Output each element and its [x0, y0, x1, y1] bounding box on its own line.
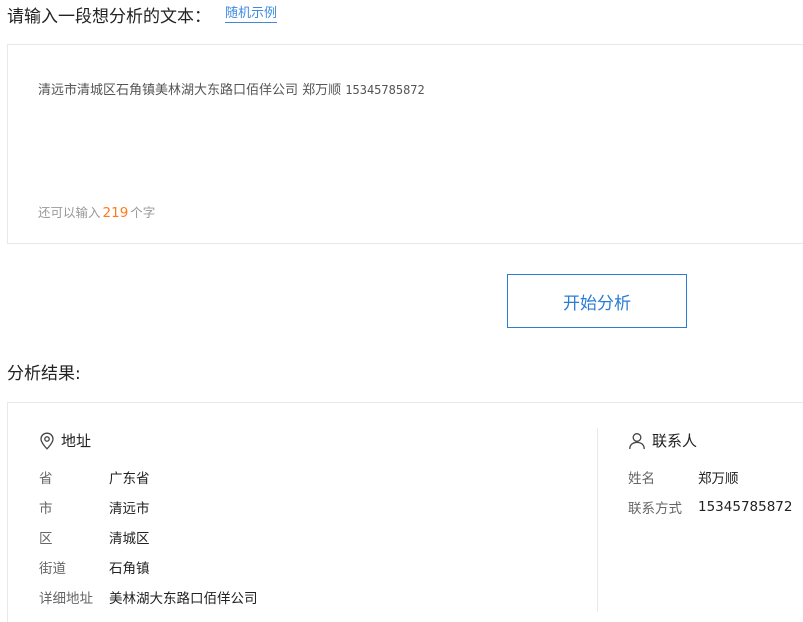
- input-text-phone: 15345785872: [345, 83, 425, 97]
- address-field-street: 街道 石角镇: [39, 557, 150, 577]
- field-label: 详细地址: [39, 591, 93, 607]
- result-panel: 地址 省 广东省 市 清远市 区 清城区 街道 石角镇 详细地址 美林湖大东路口…: [7, 402, 803, 622]
- address-field-detail: 详细地址 美林湖大东路口佰佯公司: [39, 587, 258, 607]
- address-field-city: 市 清远市: [39, 497, 150, 517]
- input-text-main: 清远市清城区石角镇美林湖大东路口佰佯公司 郑万顺: [38, 83, 346, 98]
- counter-prefix: 还可以输入: [38, 205, 101, 220]
- address-heading-label: 地址: [61, 432, 92, 450]
- input-text[interactable]: 清远市清城区石角镇美林湖大东路口佰佯公司 郑万顺 15345785872: [38, 79, 425, 98]
- field-value: 清城区: [109, 531, 150, 547]
- field-value: 郑万顺: [698, 471, 739, 487]
- contact-heading-label: 联系人: [652, 432, 698, 450]
- field-label: 省: [39, 471, 53, 487]
- text-input-area[interactable]: 清远市清城区石角镇美林湖大东路口佰佯公司 郑万顺 15345785872 还可以…: [7, 44, 803, 244]
- prompt-row: 请输入一段想分析的文本： 随机示例: [7, 2, 278, 27]
- field-label: 区: [39, 531, 53, 547]
- contact-field-name: 姓名 郑万顺: [628, 467, 739, 487]
- field-value: 广东省: [109, 471, 150, 487]
- address-heading: 地址: [39, 430, 91, 451]
- field-value: 美林湖大东路口佰佯公司: [109, 591, 258, 607]
- prompt-title: 请输入一段想分析的文本：: [7, 6, 211, 27]
- field-label: 街道: [39, 561, 66, 577]
- char-counter: 还可以输入 219 个字: [38, 202, 155, 221]
- address-field-province: 省 广东省: [39, 467, 150, 487]
- column-divider: [597, 428, 598, 612]
- start-analysis-button[interactable]: 开始分析: [507, 274, 687, 328]
- random-example-link[interactable]: 随机示例: [225, 6, 278, 23]
- counter-suffix: 个字: [130, 205, 156, 220]
- field-value: 15345785872: [698, 499, 793, 515]
- contact-field-phone: 联系方式 15345785872: [628, 497, 792, 517]
- location-pin-icon: [39, 432, 61, 450]
- field-value: 石角镇: [109, 561, 150, 577]
- field-label: 联系方式: [628, 501, 682, 517]
- field-value: 清远市: [109, 501, 150, 517]
- result-title: 分析结果:: [7, 364, 81, 384]
- counter-value: 219: [102, 205, 129, 221]
- field-label: 市: [39, 501, 53, 517]
- person-icon: [628, 432, 652, 450]
- field-label: 姓名: [628, 471, 655, 487]
- contact-heading: 联系人: [628, 430, 697, 451]
- address-field-district: 区 清城区: [39, 527, 150, 547]
